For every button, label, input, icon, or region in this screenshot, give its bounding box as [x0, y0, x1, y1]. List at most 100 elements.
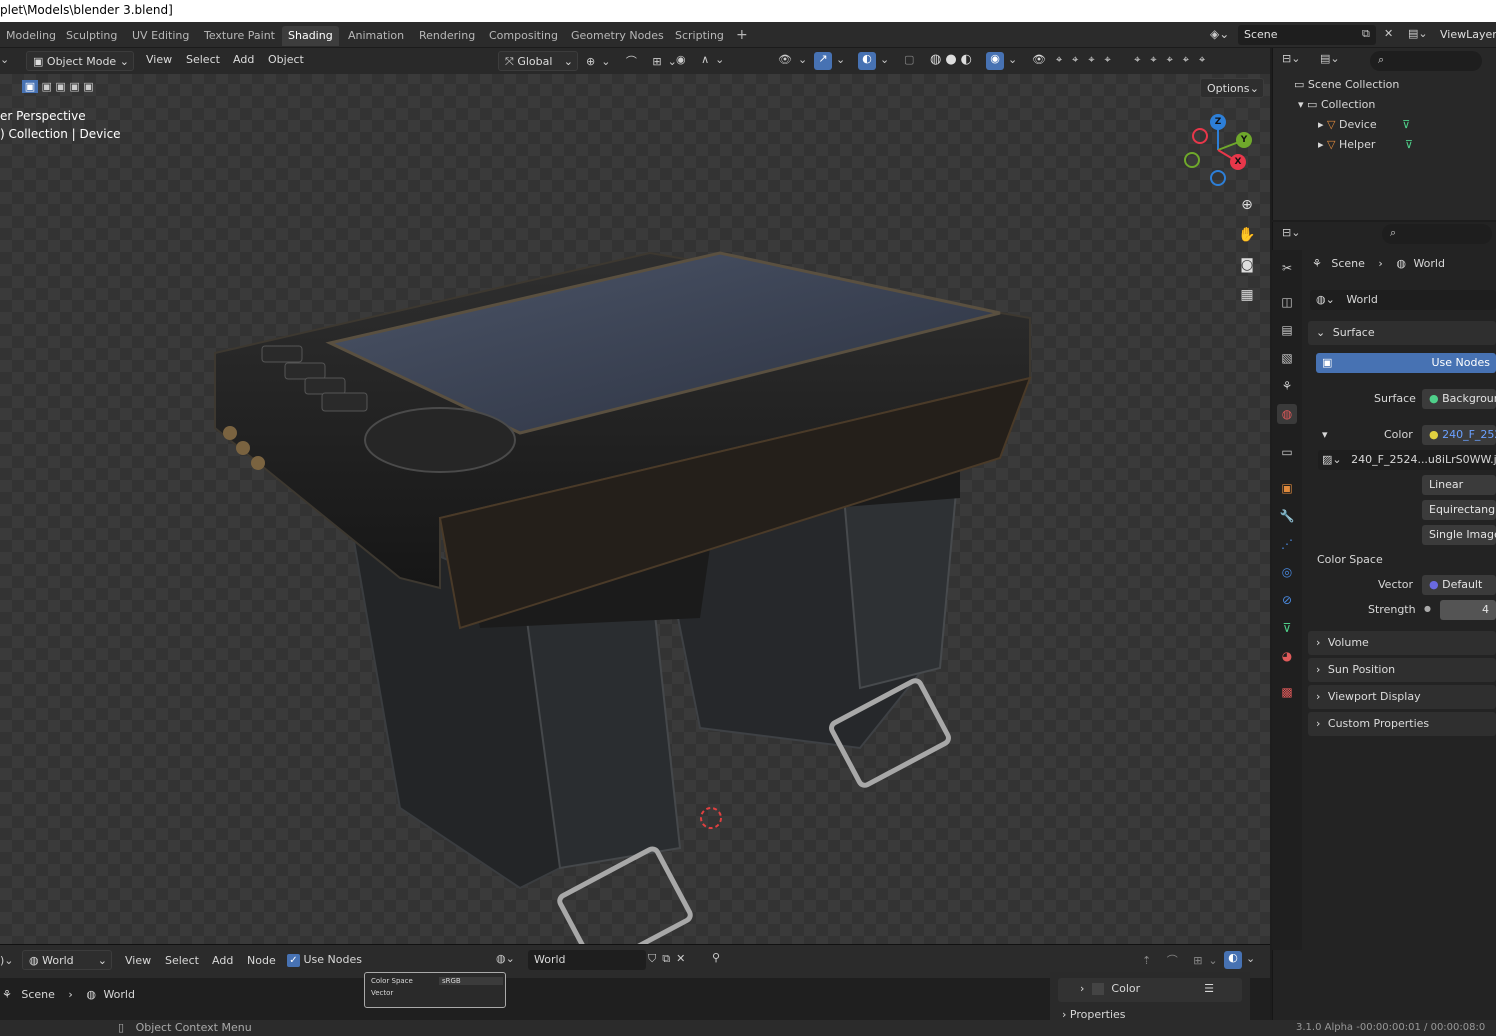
tab-scripting[interactable]: Scripting	[669, 26, 730, 46]
tab-compositing[interactable]: Compositing	[483, 26, 564, 46]
new-scene-icon[interactable]: ⧉	[1362, 27, 1370, 41]
select-subtract-icon[interactable]: ▣	[55, 80, 65, 93]
shading-menu-icon[interactable]: ⌄	[1008, 53, 1017, 66]
render-tab-icon[interactable]: ◫	[1277, 292, 1297, 312]
gizmo-y-axis[interactable]: Y	[1236, 132, 1252, 148]
select-intersect-icon[interactable]: ▣	[83, 80, 93, 93]
transform-orientation-dropdown[interactable]: ⤧ Global ⌄	[498, 51, 578, 71]
expand-arrow-icon[interactable]: ▸	[1318, 138, 1324, 151]
pan-hand-icon[interactable]: ✋	[1236, 224, 1258, 246]
properties-search-input[interactable]: ⌕	[1382, 224, 1492, 244]
tab-geometry-nodes[interactable]: Geometry Nodes	[565, 26, 670, 46]
outliner-editor-icon[interactable]: ⊟⌄	[1282, 52, 1300, 65]
color-input-field[interactable]: ● 240_F_252	[1422, 425, 1496, 445]
gizmo-neg-z-axis[interactable]	[1210, 170, 1226, 186]
parent-node-icon[interactable]: ⇡ ⌒ ⊞⌄	[1142, 952, 1224, 968]
select-new-icon[interactable]: ▣	[22, 80, 38, 93]
gizmo-z-axis[interactable]: Z	[1210, 114, 1226, 130]
checkbox-icon[interactable]	[1091, 983, 1104, 995]
custom-properties-panel-header[interactable]: › Custom Properties	[1308, 712, 1496, 736]
tab-rendering[interactable]: Rendering	[413, 26, 481, 46]
outliner-search-input[interactable]: ⌕	[1370, 51, 1482, 71]
tab-sculpting[interactable]: Sculpting	[60, 26, 123, 46]
node-use-nodes-toggle[interactable]: ✓ Use Nodes	[287, 953, 362, 967]
overlays-toggle-icon[interactable]: ◐	[858, 52, 876, 70]
mesh-data-icon[interactable]: ⊽	[1402, 118, 1410, 131]
world-selector[interactable]: ◍⌄ World	[1310, 290, 1496, 310]
mesh-data-icon[interactable]: ⊽	[1405, 138, 1413, 151]
expand-arrow-icon[interactable]: ▾	[1298, 98, 1304, 111]
select-extend-icon[interactable]: ▣	[42, 80, 52, 93]
node-menu-select[interactable]: Select	[165, 954, 199, 967]
data-tab-icon[interactable]: ⊽	[1277, 618, 1297, 638]
shading-mode-icons[interactable]: ◍●◐	[930, 52, 976, 67]
node-menu-add[interactable]: Add	[212, 954, 233, 967]
zoom-icon[interactable]: ⊕	[1236, 194, 1258, 216]
delete-scene-icon[interactable]: ✕	[1384, 27, 1393, 40]
mini-node-color-space-value[interactable]: sRGB	[439, 977, 503, 985]
outliner-collection[interactable]: ▾ ▭ Collection	[1298, 98, 1375, 111]
material-tab-icon[interactable]: ◕	[1277, 646, 1297, 666]
projection-dropdown[interactable]: Equirectangu	[1422, 500, 1496, 520]
object-mode-dropdown[interactable]: ▣ Object Mode ⌄	[26, 51, 134, 71]
sun-position-panel-header[interactable]: › Sun Position	[1308, 658, 1496, 682]
fake-user-icon[interactable]: ⛉⧉✕	[648, 952, 691, 966]
menu-select[interactable]: Select	[186, 53, 220, 66]
gizmo-menu-icon[interactable]: ⌄	[836, 53, 845, 66]
mini-image-node[interactable]: Color Space sRGB Vector	[364, 972, 506, 1008]
gizmo-x-axis[interactable]: X	[1230, 154, 1246, 170]
scene-selector[interactable]: Scene	[1238, 25, 1376, 45]
node-editor-type-icon[interactable]: )⌄	[0, 954, 14, 967]
viewlayer-selector[interactable]: ViewLayer	[1440, 28, 1496, 41]
object-tab-icon[interactable]: ▣	[1277, 478, 1297, 498]
outliner-item-helper[interactable]: ▸ ▽ Helper ⊽	[1318, 138, 1413, 151]
options-dropdown[interactable]: Options ⌄	[1200, 78, 1264, 98]
node-overlay-icon[interactable]: ◐	[1224, 951, 1242, 969]
outliner-item-device[interactable]: ▸ ▽ Device ⊽	[1318, 118, 1410, 131]
menu-view[interactable]: View	[146, 53, 172, 66]
interpolation-dropdown[interactable]: Linear	[1422, 475, 1496, 495]
node-sidebar-color-panel[interactable]: › Color ☰	[1058, 978, 1242, 1002]
snapping-icons[interactable]: ⊕⌄ ⌒ ⊞⌄	[586, 53, 683, 69]
display-mode-icon[interactable]: ▤⌄	[1320, 52, 1340, 65]
tab-uv-editing[interactable]: UV Editing	[126, 26, 195, 46]
source-dropdown[interactable]: Single Image	[1422, 525, 1496, 545]
volume-panel-header[interactable]: › Volume	[1308, 631, 1496, 655]
modifier-tab-icon[interactable]: 🔧	[1277, 506, 1297, 526]
menu-object[interactable]: Object	[268, 53, 304, 66]
tool-tab-icon[interactable]: ✂	[1277, 258, 1297, 278]
gizmo-neg-x-axis[interactable]	[1192, 128, 1208, 144]
surface-panel-header[interactable]: ⌄ Surface	[1308, 321, 1496, 345]
collection-tab-icon[interactable]: ▭	[1277, 442, 1297, 462]
world-browse-icon[interactable]: ◍⌄	[496, 952, 515, 965]
overlays-menu-icon[interactable]: ⌄	[880, 53, 889, 66]
select-mode-icons[interactable]: ▣ ▣ ▣ ▣ ▣	[0, 80, 94, 93]
select-invert-icon[interactable]: ▣	[69, 80, 79, 93]
list-icon[interactable]: ☰	[1204, 982, 1214, 995]
viewport-display-panel-header[interactable]: › Viewport Display	[1308, 685, 1496, 709]
vector-field[interactable]: ● Default	[1422, 575, 1496, 595]
camera-icon[interactable]: ◙	[1236, 254, 1258, 276]
gizmo-toggle-icon[interactable]: ↗	[814, 52, 832, 70]
navigation-gizmo[interactable]: Z Y X	[1180, 112, 1254, 186]
node-menu-view[interactable]: View	[125, 954, 151, 967]
add-workspace-button[interactable]: +	[730, 24, 754, 44]
editor-type-icon[interactable]: ⌄	[0, 53, 9, 66]
properties-editor-icon[interactable]: ⊟⌄	[1282, 226, 1300, 239]
surface-shader-field[interactable]: ● Backgroun	[1422, 389, 1496, 409]
filter-icons[interactable]: 👁⌖⌖⌖⌖ ⌖⌖⌖⌖⌖	[1032, 53, 1215, 67]
constraints-tab-icon[interactable]: ⊘	[1277, 590, 1297, 610]
tab-shading[interactable]: Shading	[282, 26, 339, 46]
node-world-dropdown[interactable]: ◍ World ⌄	[22, 950, 112, 970]
scene-browse-icon[interactable]: ◈⌄	[1210, 27, 1229, 41]
tab-modeling[interactable]: Modeling	[0, 26, 62, 46]
tab-animation[interactable]: Animation	[342, 26, 410, 46]
particles-tab-icon[interactable]: ⋰	[1277, 534, 1297, 554]
node-menu-node[interactable]: Node	[247, 954, 276, 967]
texture-tab-icon[interactable]: ▩	[1277, 682, 1297, 702]
node-overlay-menu-icon[interactable]: ⌄	[1246, 952, 1255, 965]
visibility-icon[interactable]: 👁⌄	[778, 53, 813, 66]
strength-field[interactable]: 4	[1440, 600, 1496, 620]
scene-tab-icon[interactable]: ⚘	[1277, 376, 1297, 396]
proportional-edit-icon[interactable]: ◉ ∧⌄	[676, 53, 730, 66]
